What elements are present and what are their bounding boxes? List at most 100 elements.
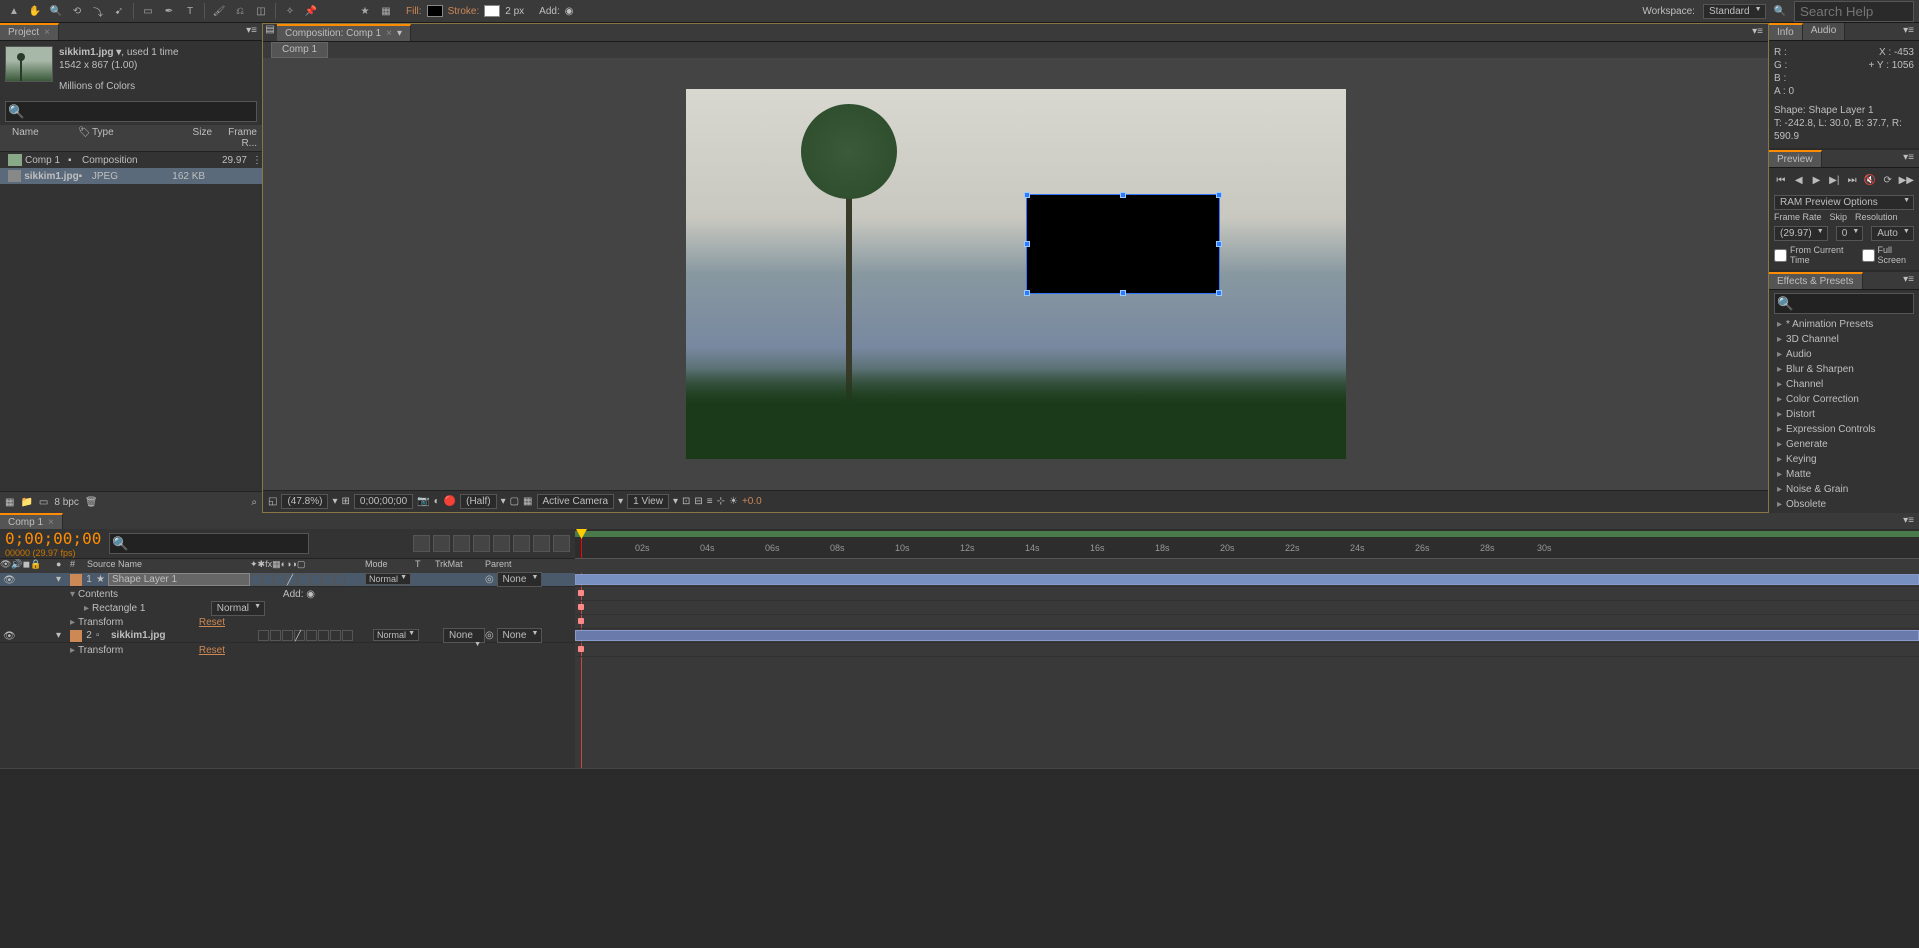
brush-tool-icon[interactable]: 🖌 bbox=[210, 2, 228, 20]
comp-mini-flow-icon[interactable] bbox=[413, 535, 430, 552]
effect-category[interactable]: Noise & Grain bbox=[1769, 482, 1919, 497]
current-time-indicator[interactable] bbox=[581, 529, 582, 558]
time-display[interactable]: 0;00;00;00 bbox=[354, 494, 413, 509]
rgb-icon[interactable]: 🔴 bbox=[444, 496, 456, 507]
fill-swatch[interactable] bbox=[427, 5, 443, 17]
transform-row[interactable]: ▸TransformReset bbox=[0, 615, 575, 629]
flowchart-icon[interactable]: ⊹ bbox=[717, 496, 725, 507]
puppet-tool-icon[interactable]: 📌 bbox=[302, 2, 320, 20]
info-tab[interactable]: Info bbox=[1769, 23, 1803, 40]
fill-label[interactable]: Fill: bbox=[406, 6, 422, 17]
timeline-search-input[interactable] bbox=[109, 533, 309, 554]
viewer-tab[interactable]: Comp 1 bbox=[271, 42, 328, 58]
ram-preview-icon[interactable]: ▶▶ bbox=[1899, 173, 1914, 187]
effect-category[interactable]: Generate bbox=[1769, 437, 1919, 452]
text-tool-icon[interactable]: T bbox=[181, 2, 199, 20]
zoom-tool-icon[interactable]: 🔍 bbox=[47, 2, 65, 20]
layer-swap-icon[interactable]: ▤ bbox=[263, 24, 277, 41]
brainstorm-icon[interactable] bbox=[513, 535, 530, 552]
draft3d-icon[interactable] bbox=[433, 535, 450, 552]
channel-icon[interactable]: ◐ bbox=[434, 496, 440, 507]
blend-mode-dropdown[interactable]: Normal bbox=[373, 629, 419, 641]
pen-tool-icon[interactable]: ✒ bbox=[160, 2, 178, 20]
timeline-icon[interactable]: ≡ bbox=[707, 496, 713, 507]
effect-category[interactable]: Matte bbox=[1769, 467, 1919, 482]
composition-viewer[interactable] bbox=[263, 58, 1768, 490]
effects-tab[interactable]: Effects & Presets bbox=[1769, 272, 1863, 289]
play-icon[interactable]: ▶ bbox=[1810, 173, 1824, 187]
ram-options-dropdown[interactable]: RAM Preview Options bbox=[1774, 195, 1914, 210]
camera-dropdown[interactable]: Active Camera bbox=[537, 494, 615, 509]
hand-tool-icon[interactable]: ✋ bbox=[26, 2, 44, 20]
reset-link[interactable]: Reset bbox=[199, 617, 225, 628]
effect-category[interactable]: Audio bbox=[1769, 347, 1919, 362]
preview-tab[interactable]: Preview bbox=[1769, 150, 1822, 167]
timeline-tracks[interactable] bbox=[575, 573, 1919, 768]
layer-row[interactable]: 👁 ▾ 2 ▫ sikkim1.jpg ╱ Normal None ◎ None bbox=[0, 629, 575, 643]
effect-category[interactable]: Expression Controls bbox=[1769, 422, 1919, 437]
layer-clip[interactable] bbox=[575, 630, 1919, 641]
blend-mode-dropdown[interactable]: Normal bbox=[365, 573, 411, 585]
folder-icon[interactable]: 📁 bbox=[20, 497, 32, 508]
video-toggle-icon[interactable]: 👁 bbox=[3, 575, 13, 585]
work-area-bar[interactable] bbox=[575, 531, 1919, 537]
first-frame-icon[interactable]: ⏮ bbox=[1774, 173, 1788, 187]
next-frame-icon[interactable]: ▶| bbox=[1827, 173, 1841, 187]
rect-tool-icon[interactable]: ▭ bbox=[139, 2, 157, 20]
interpret-icon[interactable]: ▦ bbox=[5, 497, 14, 508]
video-toggle-icon[interactable]: 👁 bbox=[3, 631, 13, 641]
auto-keyframe-icon[interactable] bbox=[533, 535, 550, 552]
roto-tool-icon[interactable]: ✧ bbox=[281, 2, 299, 20]
effect-category[interactable]: Distort bbox=[1769, 407, 1919, 422]
shy-icon[interactable] bbox=[453, 535, 470, 552]
orbit-tool-icon[interactable]: ⟲ bbox=[68, 2, 86, 20]
roi-icon[interactable]: ▢ bbox=[510, 496, 519, 507]
effect-category[interactable]: Blur & Sharpen bbox=[1769, 362, 1919, 377]
effect-category[interactable]: Obsolete bbox=[1769, 497, 1919, 512]
fullscreen-checkbox[interactable] bbox=[1862, 249, 1875, 262]
trash-icon[interactable]: 🗑 bbox=[85, 497, 98, 508]
prev-frame-icon[interactable]: ◀ bbox=[1792, 173, 1806, 187]
search-toggle-icon[interactable]: ⌕ bbox=[251, 497, 257, 508]
effect-category[interactable]: * Animation Presets bbox=[1769, 317, 1919, 332]
audio-tab[interactable]: Audio bbox=[1803, 23, 1846, 40]
graph-editor-icon[interactable] bbox=[553, 535, 570, 552]
exposure-value[interactable]: +0.0 bbox=[742, 496, 762, 507]
layer-name[interactable]: Shape Layer 1 bbox=[108, 573, 250, 586]
parent-dropdown[interactable]: None bbox=[497, 572, 543, 587]
transparency-icon[interactable]: ▦ bbox=[523, 496, 532, 507]
effect-category[interactable]: Channel bbox=[1769, 377, 1919, 392]
mute-icon[interactable]: 🔇 bbox=[1863, 173, 1877, 187]
trkmat-dropdown[interactable]: None bbox=[443, 628, 485, 643]
effect-category[interactable]: Keying bbox=[1769, 452, 1919, 467]
clone-tool-icon[interactable]: ⎌ bbox=[231, 2, 249, 20]
reset-exposure-icon[interactable]: ☀ bbox=[729, 496, 738, 507]
view-dropdown[interactable]: 1 View bbox=[627, 494, 669, 509]
skip-dropdown[interactable]: 0 bbox=[1836, 226, 1864, 241]
workspace-dropdown[interactable]: Standard bbox=[1703, 4, 1766, 19]
camera-tool-icon[interactable]: ➹ bbox=[110, 2, 128, 20]
panel-menu-icon[interactable]: ▾≡ bbox=[241, 23, 262, 40]
motion-blur-icon[interactable] bbox=[493, 535, 510, 552]
from-current-checkbox[interactable] bbox=[1774, 249, 1787, 262]
panel-menu-icon[interactable]: ▾≡ bbox=[1898, 513, 1919, 529]
zoom-dropdown[interactable]: (47.8%) bbox=[281, 494, 328, 509]
last-frame-icon[interactable]: ⏭ bbox=[1845, 173, 1859, 187]
loop-icon[interactable]: ⟳ bbox=[1881, 173, 1895, 187]
selection-tool-icon[interactable]: ▲ bbox=[5, 2, 23, 20]
list-item[interactable]: sikkim1.jpg ▪ JPEG 162 KB bbox=[0, 168, 262, 184]
close-icon[interactable]: × bbox=[48, 517, 54, 528]
snapshot-icon[interactable]: 📷 bbox=[417, 496, 429, 507]
add-menu-icon[interactable]: ◉ bbox=[565, 6, 574, 17]
add-content-icon[interactable]: ◉ bbox=[306, 589, 315, 600]
search-help-input[interactable] bbox=[1794, 1, 1914, 22]
frame-blend-icon[interactable] bbox=[473, 535, 490, 552]
panel-menu-icon[interactable]: ▾≡ bbox=[1898, 150, 1919, 167]
time-ruler[interactable]: 02s 04s 06s 08s 10s 12s 14s 16s 18s 20s … bbox=[575, 529, 1919, 559]
reset-link[interactable]: Reset bbox=[199, 645, 225, 656]
panel-menu-icon[interactable]: ▾≡ bbox=[1898, 23, 1919, 40]
current-timecode[interactable]: 0;00;00;00 bbox=[5, 529, 101, 548]
resolution-icon[interactable]: ⊞ bbox=[342, 496, 350, 507]
panel-menu-icon[interactable]: ▾≡ bbox=[1898, 272, 1919, 289]
rectangle-row[interactable]: ▸Rectangle 1Normal bbox=[0, 601, 575, 615]
